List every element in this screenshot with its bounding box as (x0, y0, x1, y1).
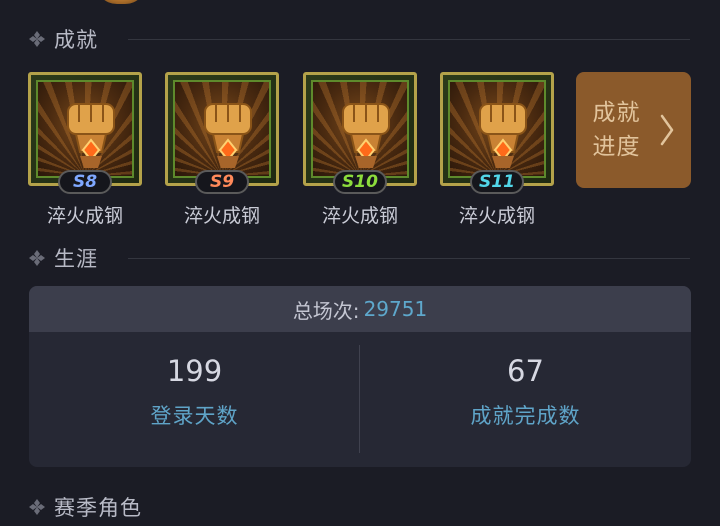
stat-achievements-completed: 67 成就完成数 (360, 332, 691, 467)
badge-frame: S8 (28, 72, 142, 194)
diamond-icon (29, 250, 45, 266)
fist-icon (479, 103, 527, 168)
total-matches-label: 总场次: (292, 298, 360, 323)
diamond-icon (29, 499, 45, 515)
stat-login-days: 199 登录天数 (29, 332, 360, 467)
section-title: 成就 (54, 28, 98, 52)
season-tag: S9 (195, 170, 249, 194)
badge-frame: S9 (165, 72, 279, 194)
badge-name: 淬火成钢 (321, 205, 398, 227)
achievement-progress-button[interactable]: 成就 进度 (576, 72, 691, 188)
badge-name: 淬火成钢 (458, 205, 535, 227)
avatar[interactable] (95, 0, 147, 4)
total-matches-row: 总场次: 29751 (29, 286, 691, 332)
total-matches-value: 29751 (363, 297, 428, 321)
season-tag: S11 (470, 170, 524, 194)
achievement-badge-s9[interactable]: S9 淬火成钢 (165, 72, 279, 228)
badge-frame: S10 (303, 72, 417, 194)
achievement-badge-s8[interactable]: S8 淬火成钢 (28, 72, 142, 228)
section-header-achievements: 成就 (28, 24, 98, 54)
section-divider (128, 39, 690, 40)
section-header-career: 生涯 (28, 243, 98, 273)
badge-frame: S11 (440, 72, 554, 194)
badge-name: 淬火成钢 (46, 205, 123, 227)
progress-label-line2: 进度 (592, 134, 641, 160)
stat-value: 67 (507, 354, 544, 388)
section-divider (128, 258, 690, 259)
section-title: 生涯 (54, 247, 98, 271)
section-title: 赛季角色 (54, 496, 142, 520)
fist-icon (204, 103, 252, 168)
achievement-badge-s10[interactable]: S10 淬火成钢 (303, 72, 417, 228)
stat-label: 成就完成数 (470, 404, 581, 428)
diamond-icon (29, 31, 45, 47)
achievement-badge-s11[interactable]: S11 淬火成钢 (440, 72, 554, 228)
section-header-season-roles: 赛季角色 (28, 492, 142, 522)
progress-button-label: 成就 进度 (593, 96, 653, 164)
season-tag: S8 (58, 170, 112, 194)
stat-label: 登录天数 (150, 404, 239, 428)
career-stats-card: 总场次: 29751 199 登录天数 67 成就完成数 (29, 286, 691, 467)
stat-value: 199 (166, 354, 223, 388)
season-tag: S10 (333, 170, 387, 194)
chevron-right-icon (660, 114, 673, 146)
fist-icon (342, 103, 390, 168)
badge-name: 淬火成钢 (183, 205, 260, 227)
progress-label-line1: 成就 (592, 100, 641, 126)
fist-icon (67, 103, 115, 168)
